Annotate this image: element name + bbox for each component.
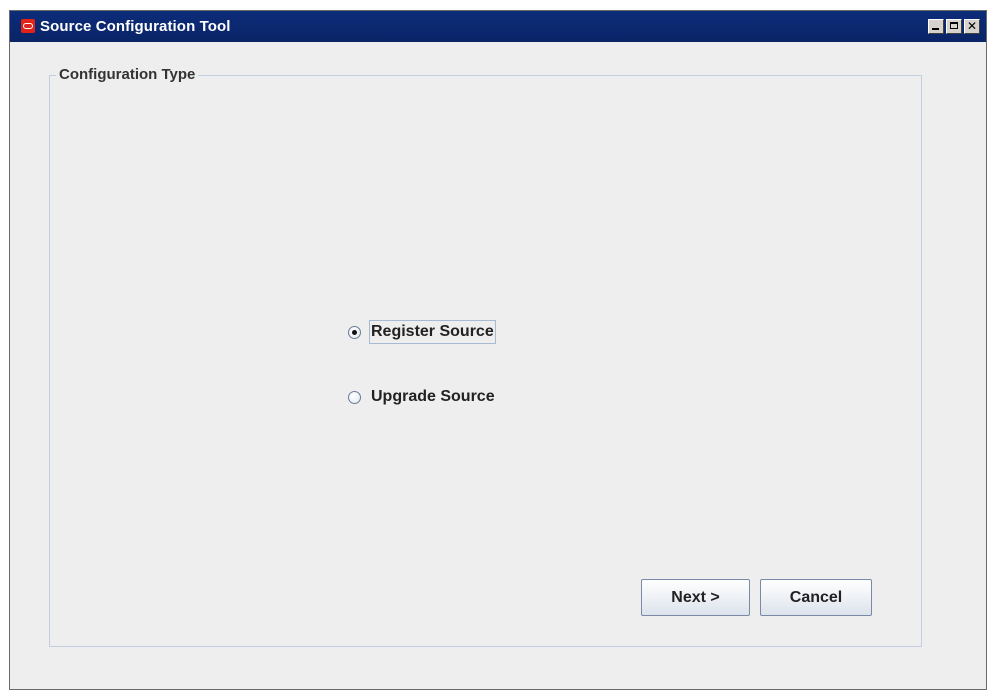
maximize-button[interactable] xyxy=(946,19,962,34)
minimize-button[interactable] xyxy=(928,19,944,34)
upgrade-source-option[interactable]: Upgrade Source xyxy=(348,385,497,409)
close-icon: ✕ xyxy=(966,19,978,33)
window-controls: ✕ xyxy=(928,19,980,34)
register-source-option[interactable]: Register Source xyxy=(348,320,496,344)
next-button[interactable]: Next > xyxy=(641,579,750,616)
window-title: Source Configuration Tool xyxy=(40,18,231,35)
close-button[interactable]: ✕ xyxy=(964,19,980,34)
app-window: Source Configuration Tool ✕ Configuratio… xyxy=(9,10,987,690)
upgrade-source-label[interactable]: Upgrade Source xyxy=(369,385,497,409)
register-source-radio[interactable] xyxy=(348,325,361,339)
maximize-icon xyxy=(950,22,958,29)
cancel-button[interactable]: Cancel xyxy=(760,579,872,616)
upgrade-source-radio[interactable] xyxy=(348,390,361,404)
minimize-icon xyxy=(932,28,939,30)
oracle-app-icon xyxy=(21,19,35,33)
register-source-label[interactable]: Register Source xyxy=(369,320,496,344)
title-bar[interactable]: Source Configuration Tool ✕ xyxy=(10,11,986,42)
group-title: Configuration Type xyxy=(56,66,199,83)
configuration-type-group: Configuration Type Register Source Upgra… xyxy=(49,66,922,647)
